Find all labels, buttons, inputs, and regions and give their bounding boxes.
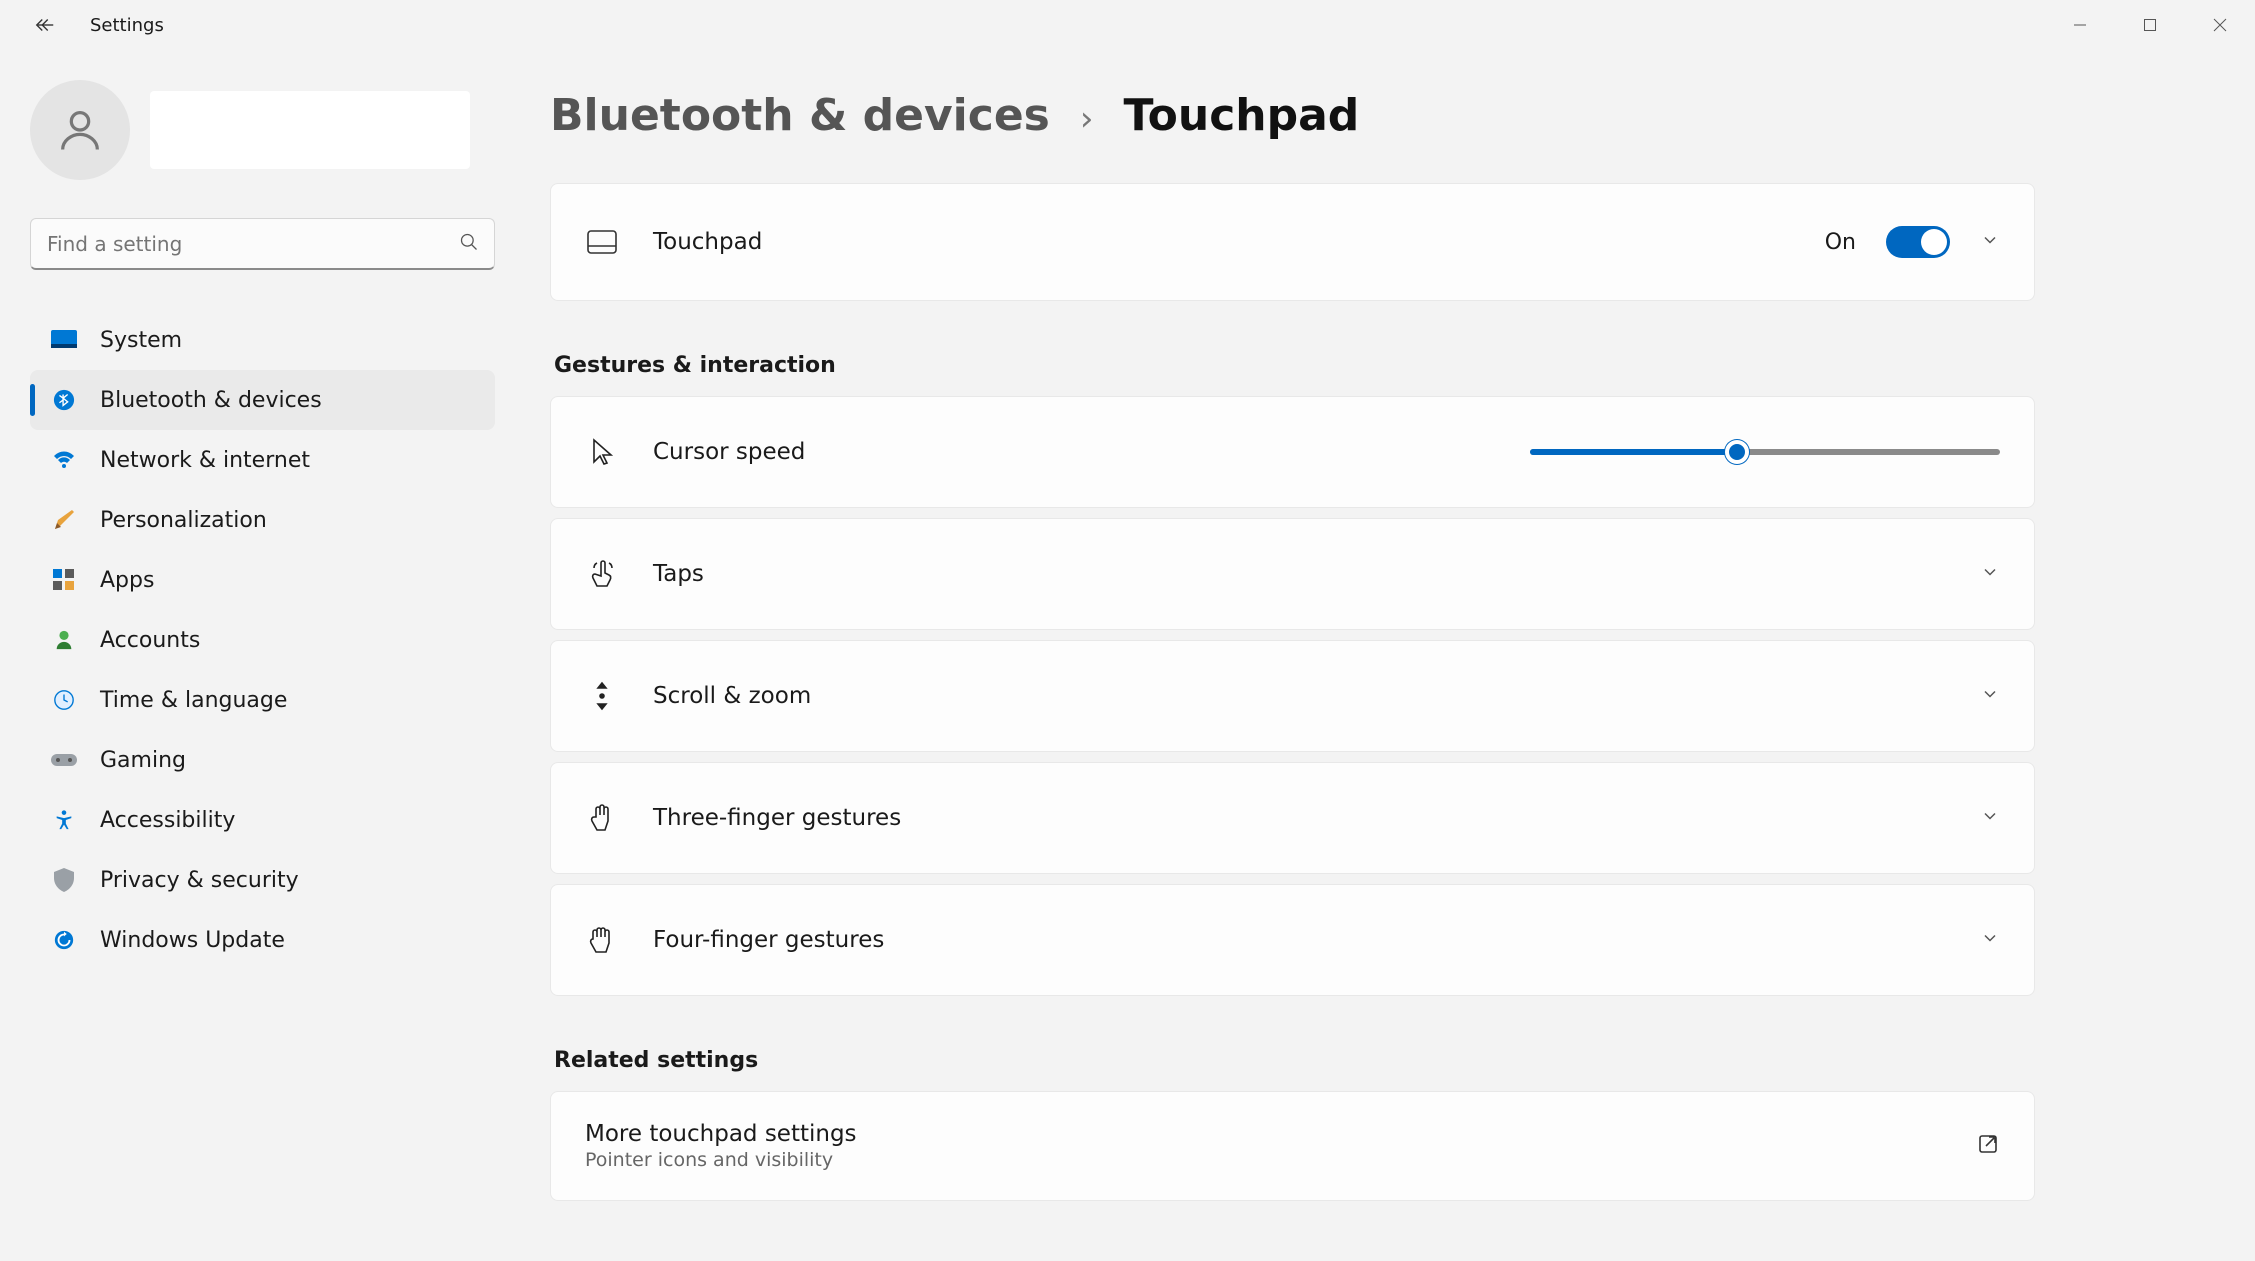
back-button[interactable]	[30, 10, 60, 40]
chevron-down-icon	[1980, 684, 2000, 708]
section-heading-related: Related settings	[554, 1048, 2035, 1073]
toggle-state-label: On	[1825, 230, 1856, 255]
sidebar-item-personalization[interactable]: Personalization	[30, 490, 495, 550]
accessibility-icon	[50, 806, 78, 834]
sidebar-item-system[interactable]: System	[30, 310, 495, 370]
sidebar-item-accessibility[interactable]: Accessibility	[30, 790, 495, 850]
minimize-button[interactable]	[2045, 0, 2115, 50]
card-taps[interactable]: Taps	[550, 518, 2035, 630]
card-title: Scroll & zoom	[653, 683, 811, 709]
breadcrumb-current: Touchpad	[1123, 90, 1359, 141]
gaming-icon	[50, 746, 78, 774]
avatar	[30, 80, 130, 180]
breadcrumb-parent[interactable]: Bluetooth & devices	[550, 90, 1050, 141]
sidebar-item-windows-update[interactable]: Windows Update	[30, 910, 495, 970]
titlebar: Settings	[0, 0, 2255, 50]
card-title: Taps	[653, 561, 704, 587]
paintbrush-icon	[50, 506, 78, 534]
window-title: Settings	[90, 15, 164, 36]
nav-label: Bluetooth & devices	[100, 388, 322, 413]
card-title: Touchpad	[653, 229, 762, 255]
nav-label: Apps	[100, 568, 154, 593]
nav-label: Accessibility	[100, 808, 235, 833]
sidebar-item-bluetooth-devices[interactable]: Bluetooth & devices	[30, 370, 495, 430]
nav-label: Windows Update	[100, 928, 285, 953]
wifi-icon	[50, 446, 78, 474]
cursor-icon	[585, 435, 619, 469]
chevron-right-icon: ›	[1080, 99, 1094, 139]
search-container	[30, 218, 495, 270]
nav-label: Time & language	[100, 688, 287, 713]
maximize-icon	[2143, 18, 2157, 32]
shield-icon	[50, 866, 78, 894]
window-controls	[2045, 0, 2255, 50]
touchpad-toggle[interactable]	[1886, 226, 1950, 258]
chevron-down-icon	[1980, 562, 2000, 586]
card-title: Cursor speed	[653, 439, 805, 465]
nav-label: Privacy & security	[100, 868, 299, 893]
tap-icon	[585, 557, 619, 591]
sidebar-item-privacy-security[interactable]: Privacy & security	[30, 850, 495, 910]
sidebar-item-gaming[interactable]: Gaming	[30, 730, 495, 790]
sidebar-item-apps[interactable]: Apps	[30, 550, 495, 610]
nav-list: System Bluetooth & devices Network & int…	[30, 310, 510, 970]
card-title: Four-finger gestures	[653, 927, 884, 953]
accounts-icon	[50, 626, 78, 654]
chevron-down-icon	[1980, 928, 2000, 952]
minimize-icon	[2073, 18, 2087, 32]
card-subtitle: Pointer icons and visibility	[585, 1149, 857, 1171]
time-language-icon	[50, 686, 78, 714]
card-title: More touchpad settings	[585, 1121, 857, 1147]
user-icon	[54, 104, 106, 156]
nav-label: System	[100, 328, 182, 353]
user-info	[150, 91, 470, 169]
card-more-touchpad-settings[interactable]: More touchpad settings Pointer icons and…	[550, 1091, 2035, 1201]
windows-update-icon	[50, 926, 78, 954]
card-four-finger-gestures[interactable]: Four-finger gestures	[550, 884, 2035, 996]
hand-icon	[585, 801, 619, 835]
sidebar-item-accounts[interactable]: Accounts	[30, 610, 495, 670]
card-scroll-zoom[interactable]: Scroll & zoom	[550, 640, 2035, 752]
close-icon	[2213, 18, 2227, 32]
search-input[interactable]	[30, 218, 495, 270]
main-content: Bluetooth & devices › Touchpad Touchpad …	[510, 50, 2255, 1261]
chevron-down-icon	[1980, 806, 2000, 830]
sidebar: System Bluetooth & devices Network & int…	[0, 50, 510, 1261]
card-three-finger-gestures[interactable]: Three-finger gestures	[550, 762, 2035, 874]
apps-icon	[50, 566, 78, 594]
breadcrumb: Bluetooth & devices › Touchpad	[550, 90, 2035, 141]
cursor-speed-slider[interactable]	[1530, 440, 2000, 464]
nav-label: Network & internet	[100, 448, 310, 473]
nav-label: Accounts	[100, 628, 200, 653]
sidebar-item-network[interactable]: Network & internet	[30, 430, 495, 490]
system-icon	[50, 326, 78, 354]
search-icon	[459, 232, 479, 256]
section-heading-gestures: Gestures & interaction	[554, 353, 2035, 378]
arrow-left-icon	[34, 14, 56, 36]
chevron-down-icon	[1980, 230, 2000, 254]
nav-label: Personalization	[100, 508, 267, 533]
hand-icon	[585, 923, 619, 957]
maximize-button[interactable]	[2115, 0, 2185, 50]
sidebar-item-time-language[interactable]: Time & language	[30, 670, 495, 730]
bluetooth-icon	[50, 386, 78, 414]
close-button[interactable]	[2185, 0, 2255, 50]
touchpad-icon	[585, 225, 619, 259]
account-block[interactable]	[30, 80, 510, 180]
open-external-icon	[1976, 1132, 2000, 1160]
card-touchpad-toggle[interactable]: Touchpad On	[550, 183, 2035, 301]
card-cursor-speed: Cursor speed	[550, 396, 2035, 508]
scroll-zoom-icon	[585, 679, 619, 713]
card-title: Three-finger gestures	[653, 805, 901, 831]
nav-label: Gaming	[100, 748, 186, 773]
